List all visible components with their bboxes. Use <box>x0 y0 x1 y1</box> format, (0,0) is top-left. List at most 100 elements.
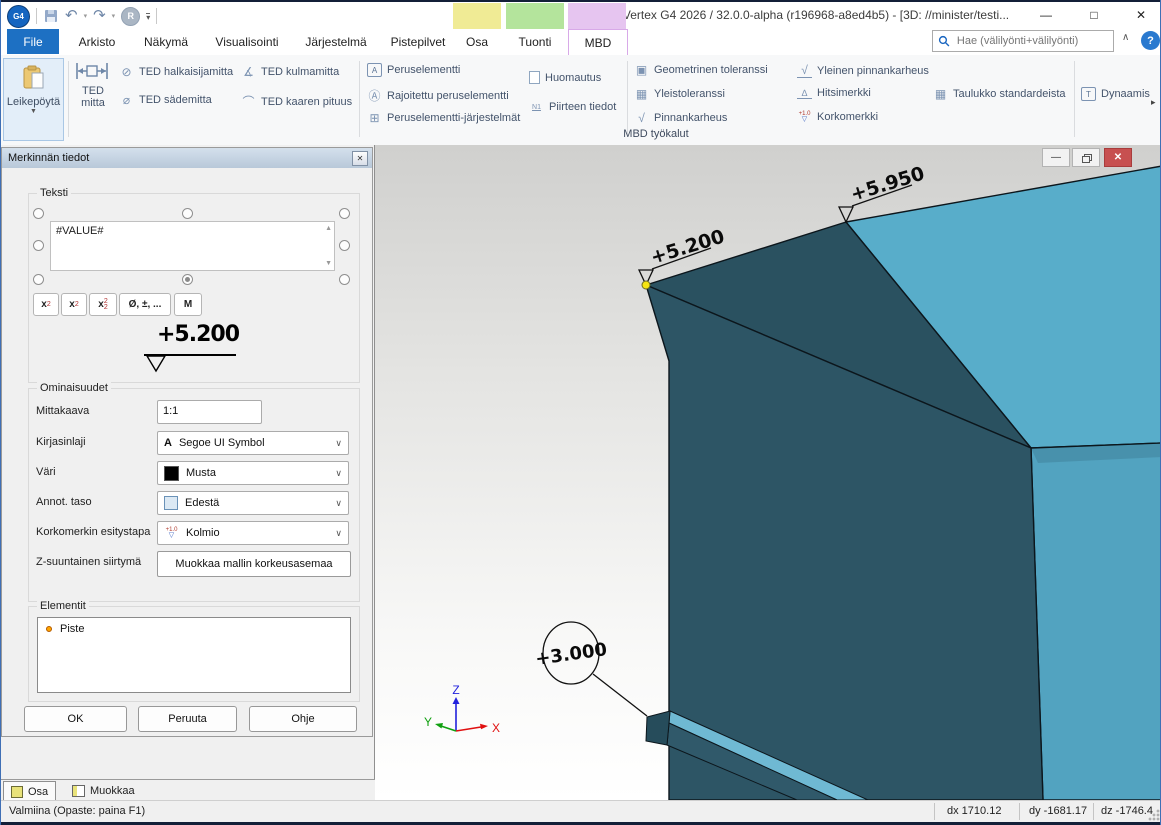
ted-sademitta-button[interactable]: ⌀ TED sädemitta <box>119 93 212 107</box>
search-input[interactable] <box>955 34 1108 48</box>
tab-arkisto[interactable]: Arkisto <box>66 29 128 54</box>
resize-grip[interactable] <box>1148 809 1160 821</box>
ribbon-group-label: MBD työkalut <box>361 128 951 140</box>
subscript-button[interactable]: x2 <box>61 293 87 316</box>
undo-icon[interactable]: ↶ <box>65 9 78 23</box>
hitsimerkki-button[interactable]: ∆ Hitsimerkki <box>797 87 871 99</box>
dialog-close-icon[interactable]: ✕ <box>352 151 368 166</box>
supsub-button[interactable]: x22 <box>89 293 117 316</box>
ribbon-overflow-icon[interactable]: ▸ <box>1151 97 1156 108</box>
list-item[interactable]: Piste <box>38 618 350 635</box>
help-icon[interactable]: ? <box>1141 31 1160 50</box>
collapse-ribbon-icon[interactable]: ∧ <box>1122 32 1129 43</box>
ribbon: Leikepöytä ▼ TED mitta ⊘ TED halkaisijam… <box>1 55 1161 146</box>
tab-jarjestelma[interactable]: Järjestelmä <box>297 29 375 54</box>
ted-mitta-button[interactable]: TED mitta <box>73 62 111 109</box>
annot-taso-dropdown[interactable]: Edestä ∨ <box>157 491 349 515</box>
clipboard-button[interactable]: Leikepöytä ▼ <box>3 58 64 141</box>
application-window: G4 ↶▾ ↷▾ R ▾ Vertex G4 2026 / 32.0.0-alp… <box>0 0 1161 825</box>
customize-toolbar-icon[interactable]: ▾ <box>146 13 150 22</box>
ted-kulmamitta-button[interactable]: ∡ TED kulmamitta <box>241 65 339 79</box>
app-logo-icon[interactable]: G4 <box>7 5 30 28</box>
ohje-button[interactable]: Ohje <box>249 706 357 732</box>
tab-osa[interactable]: Osa <box>453 29 501 54</box>
minimize-button[interactable]: — <box>1026 2 1066 28</box>
redo-icon[interactable]: ↷ <box>93 9 106 23</box>
dynaaminen-button[interactable]: T Dynaamis <box>1081 87 1155 101</box>
y-axis-label: Y <box>424 715 432 729</box>
ted-kaaren-pituus-button[interactable]: ⌒ TED kaaren pituus <box>241 93 352 110</box>
r-command-icon[interactable]: R <box>121 7 140 26</box>
align-top-left-radio[interactable] <box>33 208 44 219</box>
tab-mbd-active[interactable]: MBD <box>568 29 628 55</box>
scroll-up-icon[interactable]: ▲ <box>325 225 332 232</box>
list-item-label: Piste <box>60 623 84 635</box>
status-bar: Valmiina (Opaste: paina F1) dx 1710.12 d… <box>1 800 1161 822</box>
korkomerkki-button[interactable]: +1.0 ▽ Korkomerkki <box>797 111 878 123</box>
huomautus-button[interactable]: Huomautus <box>529 71 601 84</box>
elements-listbox[interactable]: Piste <box>37 617 351 693</box>
document-tab-osa[interactable]: Osa <box>3 781 56 801</box>
group-separator <box>359 61 360 137</box>
viewport-close-button[interactable]: ✕ <box>1104 148 1132 167</box>
tab-file[interactable]: File <box>7 29 59 54</box>
symbols-button[interactable]: Ø, ±, ... <box>119 293 171 316</box>
align-middle-right-radio[interactable] <box>339 240 350 251</box>
search-box[interactable] <box>932 30 1114 52</box>
ted-halkaisijamitta-button[interactable]: ⊘ TED halkaisijamitta <box>119 65 233 79</box>
redo-dropdown-icon[interactable]: ▾ <box>112 12 116 20</box>
yleistoleranssi-button[interactable]: ▦ Yleistoleranssi <box>634 87 725 101</box>
align-top-center-radio[interactable] <box>182 208 193 219</box>
datum-icon: A <box>367 63 382 77</box>
peruselementti-jarjestelmat-label: Peruselementti-järjestelmät <box>387 112 520 124</box>
status-dy: dy -1681.17 <box>1029 805 1087 817</box>
align-middle-left-radio[interactable] <box>33 240 44 251</box>
geometrinen-toleranssi-button[interactable]: ▣ Geometrinen toleranssi <box>634 63 768 77</box>
vari-dropdown[interactable]: Musta ∨ <box>157 461 349 485</box>
tab-visualisointi[interactable]: Visualisointi <box>204 29 290 54</box>
document-tab-muokkaa[interactable]: Muokkaa <box>65 781 142 800</box>
dynaaminen-label: Dynaamis <box>1101 88 1150 100</box>
save-icon[interactable] <box>43 8 59 24</box>
3d-viewport[interactable]: +5.950 +5.200 +3.000 Z <box>375 145 1161 800</box>
snap-point-marker <box>642 281 650 289</box>
tab-tuonti[interactable]: Tuonti <box>506 29 564 54</box>
elevation-annotation-3000[interactable]: +3.000 <box>534 622 647 716</box>
taulukko-standardeista-button[interactable]: ▦ Taulukko standardeista <box>933 87 1066 101</box>
left-panel: Merkinnän tiedot ✕ Teksti #VALUE# ▲ ▼ <box>1 145 375 800</box>
ok-button[interactable]: OK <box>24 706 127 732</box>
measure-button[interactable]: M <box>174 293 202 316</box>
dialog-title-bar[interactable]: Merkinnän tiedot ✕ <box>2 148 372 168</box>
tab-nakyma[interactable]: Näkymä <box>134 29 198 54</box>
korkomerkin-esitystapa-dropdown[interactable]: +1.0 ▽ Kolmio ∨ <box>157 521 349 545</box>
piirteen-tiedot-button[interactable]: N1 Piirteen tiedot <box>529 101 616 113</box>
peruselementti-jarjestelmat-button[interactable]: ⊞ Peruselementti-järjestelmät <box>367 111 520 125</box>
bounded-datum-icon: Ⓐ <box>367 87 382 104</box>
superscript-button[interactable]: x2 <box>33 293 59 316</box>
pinnankarheus-button[interactable]: √ Pinnankarheus <box>634 111 727 125</box>
align-bottom-center-radio[interactable] <box>182 274 193 285</box>
general-tolerance-icon: ▦ <box>634 87 649 101</box>
mittakaava-input[interactable] <box>157 400 262 424</box>
annotation-text-input[interactable]: #VALUE# ▲ ▼ <box>50 221 335 271</box>
rajoitettu-peruselementti-button[interactable]: Ⓐ Rajoitettu peruselementti <box>367 87 509 104</box>
viewport-restore-button[interactable] <box>1072 148 1100 167</box>
align-top-right-radio[interactable] <box>339 208 350 219</box>
scroll-down-icon[interactable]: ▼ <box>325 260 332 267</box>
x-axis-label: X <box>492 721 500 735</box>
kirjasinlaji-value: Segoe UI Symbol <box>179 437 265 449</box>
maximize-button[interactable]: □ <box>1074 2 1114 28</box>
viewport-minimize-button[interactable]: — <box>1042 148 1070 167</box>
peruselementti-button[interactable]: A Peruselementti <box>367 63 460 77</box>
align-bottom-right-radio[interactable] <box>339 274 350 285</box>
muokkaa-korkeusasemaa-button[interactable]: Muokkaa mallin korkeusasemaa <box>157 551 351 577</box>
general-roughness-icon: √ <box>797 63 812 78</box>
yleinen-pinnankarheus-button[interactable]: √ Yleinen pinnankarheus <box>797 63 929 78</box>
tab-pistepilvet[interactable]: Pistepilvet <box>382 29 454 54</box>
undo-dropdown-icon[interactable]: ▾ <box>84 12 88 20</box>
peruuta-button[interactable]: Peruuta <box>138 706 237 732</box>
kirjasinlaji-dropdown[interactable]: A Segoe UI Symbol ∨ <box>157 431 349 455</box>
close-button[interactable]: ✕ <box>1121 2 1161 28</box>
align-bottom-left-radio[interactable] <box>33 274 44 285</box>
z-axis-label: Z <box>452 683 459 697</box>
